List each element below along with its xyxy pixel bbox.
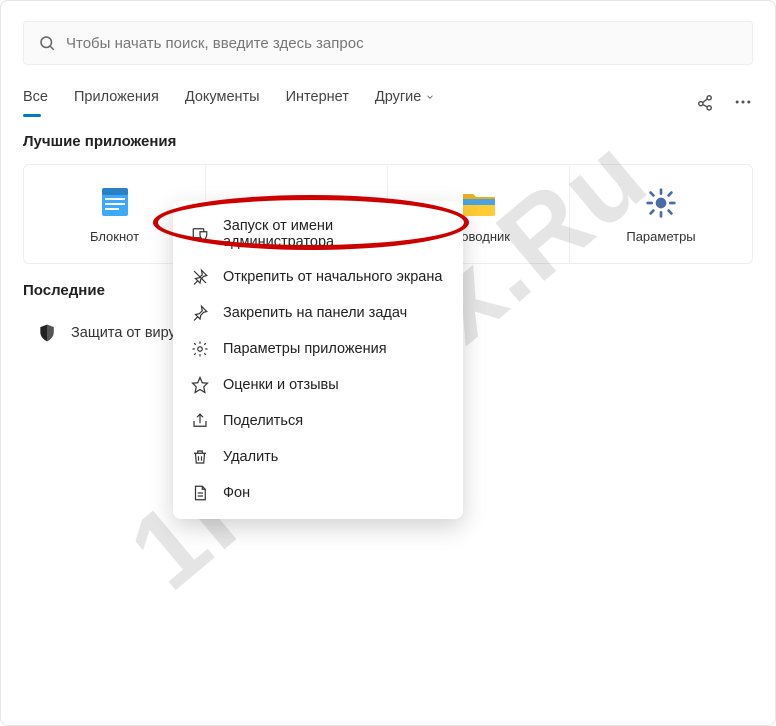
menu-unpin-start[interactable]: Открепить от начального экрана [173,259,463,295]
context-menu: Запуск от имени администратора Открепить… [173,201,463,519]
search-input[interactable] [66,35,738,52]
recent-item-label: Защита от виру [71,325,176,341]
star-icon [191,376,209,394]
menu-app-settings[interactable]: Параметры приложения [173,331,463,367]
menu-label: Удалить [223,449,278,465]
menu-label: Параметры приложения [223,341,387,357]
menu-label: Фон [223,485,250,501]
gear-icon [643,185,679,221]
menu-label: Запуск от имени администратора [223,218,445,250]
tab-actions [695,92,753,112]
tab-all[interactable]: Все [23,89,48,115]
share-icon[interactable] [695,92,715,112]
notepad-icon [97,185,133,221]
document-icon [191,484,209,502]
menu-background[interactable]: Фон [173,475,463,511]
menu-reviews[interactable]: Оценки и отзывы [173,367,463,403]
settings-icon [191,340,209,358]
more-icon[interactable] [733,92,753,112]
menu-label: Открепить от начального экрана [223,269,442,285]
app-label: Блокнот [90,229,139,244]
section-best-apps-title: Лучшие приложения [1,115,775,150]
menu-delete[interactable]: Удалить [173,439,463,475]
menu-label: Закрепить на панели задач [223,305,407,321]
menu-pin-taskbar[interactable]: Закрепить на панели задач [173,295,463,331]
shield-icon [37,323,57,343]
folder-icon [461,185,497,221]
menu-run-as-admin[interactable]: Запуск от имени администратора [173,209,463,259]
share-arrow-icon [191,412,209,430]
trash-icon [191,448,209,466]
chevron-down-icon [425,92,435,102]
menu-label: Оценки и отзывы [223,377,339,393]
tab-row: Все Приложения Документы Интернет Другие [1,65,775,115]
admin-shield-icon [191,225,209,243]
search-icon [38,34,56,52]
search-box[interactable] [23,21,753,65]
menu-share[interactable]: Поделиться [173,403,463,439]
app-label: Параметры [626,229,695,244]
tab-more-label: Другие [375,89,421,105]
tab-more[interactable]: Другие [375,89,435,115]
tab-docs[interactable]: Документы [185,89,260,115]
menu-label: Поделиться [223,413,303,429]
tab-apps[interactable]: Приложения [74,89,159,115]
pin-icon [191,304,209,322]
app-settings[interactable]: Параметры [570,165,752,263]
unpin-icon [191,268,209,286]
tab-web[interactable]: Интернет [286,89,349,115]
